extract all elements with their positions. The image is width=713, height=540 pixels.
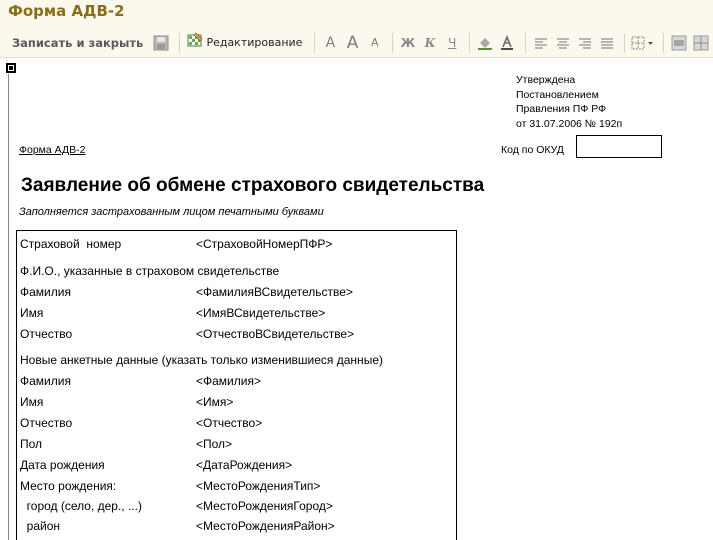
new-data-row-label: Имя [20,395,44,409]
increase-font-icon[interactable]: A [343,32,363,54]
align-left-icon[interactable] [531,32,551,54]
select-all-corner[interactable] [6,63,16,73]
cert-row-value[interactable]: <ИмяВСвидетельстве> [196,306,325,320]
decrease-font-icon[interactable]: A [365,32,385,54]
new-data-row-value[interactable]: <Пол> [196,437,232,451]
fill-color-icon[interactable] [475,32,495,54]
left-margin-rule [8,74,9,540]
borders-dropdown-icon[interactable] [630,32,656,54]
cert-row-label: Фамилия [20,285,71,299]
underline-icon[interactable]: Ч [442,32,462,54]
new-data-row-value[interactable]: <ДатаРождения> [196,458,292,472]
new-data-row-value[interactable]: <МестоРожденияТип> [196,479,320,493]
font-size-icon[interactable]: A [320,32,340,54]
floppy-disk-icon[interactable] [151,32,171,54]
new-data-row-label: Место рождения: [20,479,117,493]
new-data-section-header: Новые анкетные данные (указать только из… [20,353,383,367]
form-name: Форма АДВ-2 [19,144,86,156]
align-justify-icon[interactable] [597,32,617,54]
text-color-icon[interactable] [497,32,517,54]
new-data-row-label: район [20,519,61,533]
cert-row-value[interactable]: <ФамилияВСвидетельстве> [196,285,353,299]
approval-line: Постановлением [516,88,599,101]
italic-icon[interactable]: К [420,32,440,54]
cert-section-header: Ф.И.О., указанные в страховом свидетельс… [20,264,280,278]
toolbar-separator [178,32,180,53]
toolbar-separator [624,32,626,53]
approval-line: Утверждена [516,74,576,86]
align-center-icon[interactable] [553,32,573,54]
insurance-number-value[interactable]: <СтраховойНомерПФР> [196,237,332,251]
new-data-row-label: Пол [20,437,43,451]
new-data-row-value[interactable]: <Имя> [196,395,233,409]
approval-line: Правления ПФ РФ [516,103,607,115]
cert-row-label: Имя [20,306,44,320]
application-table: Страховой номер <СтраховойНомерПФР> Ф.И.… [16,230,457,540]
new-data-row-label: город (село, дер., ...) [20,499,142,513]
bold-icon[interactable]: Ж [398,32,418,54]
new-data-row-value[interactable]: <Отчество> [196,416,262,430]
edit-mode-label: Редактирование [206,36,303,49]
checkered-edit-icon [187,32,203,53]
insurance-number-label: Страховой номер [20,237,122,251]
new-data-row-value[interactable]: <Фамилия> [196,374,261,388]
toolbar-separator [469,32,471,53]
okud-code-cell[interactable] [576,135,662,158]
approval-stamp: Утверждена Постановлением Правления ПФ Р… [516,73,622,131]
cert-row-value[interactable]: <ОтчествоВСвидетельстве> [196,327,354,341]
toolbar-separator [391,32,393,53]
document-subtitle: Заполняется застрахованным лицом печатны… [19,206,324,218]
new-data-row-label: Дата рождения [20,458,105,472]
toolbar: Записать и закрыть Редактирование A A A … [0,28,713,58]
toolbar-separator [524,32,526,53]
toolbar-separator [662,32,664,53]
align-right-icon[interactable] [575,32,595,54]
new-data-row-label: Фамилия [20,374,71,388]
new-data-row-value[interactable]: <МестоРожденияРайон> [196,519,335,533]
save-and-close-button[interactable]: Записать и закрыть [8,33,147,53]
split-cells-icon[interactable] [691,32,711,54]
toolbar-separator [314,32,316,53]
new-data-row-value[interactable]: <МестоРожденияГород> [196,499,333,513]
document-title: Заявление об обмене страхового свидетель… [21,175,485,196]
approval-line: от 31.07.2006 № 192п [516,117,623,130]
new-data-row-label: Отчество [20,416,73,430]
document-area[interactable]: Утверждена Постановлением Правления ПФ Р… [0,62,713,540]
cert-row-label: Отчество [20,327,73,341]
window-title: Форма АДВ-2 [0,0,713,28]
okud-label: Код по ОКУД [501,144,564,156]
merge-cells-icon[interactable] [669,32,689,54]
edit-mode-button[interactable]: Редактирование [184,30,305,55]
